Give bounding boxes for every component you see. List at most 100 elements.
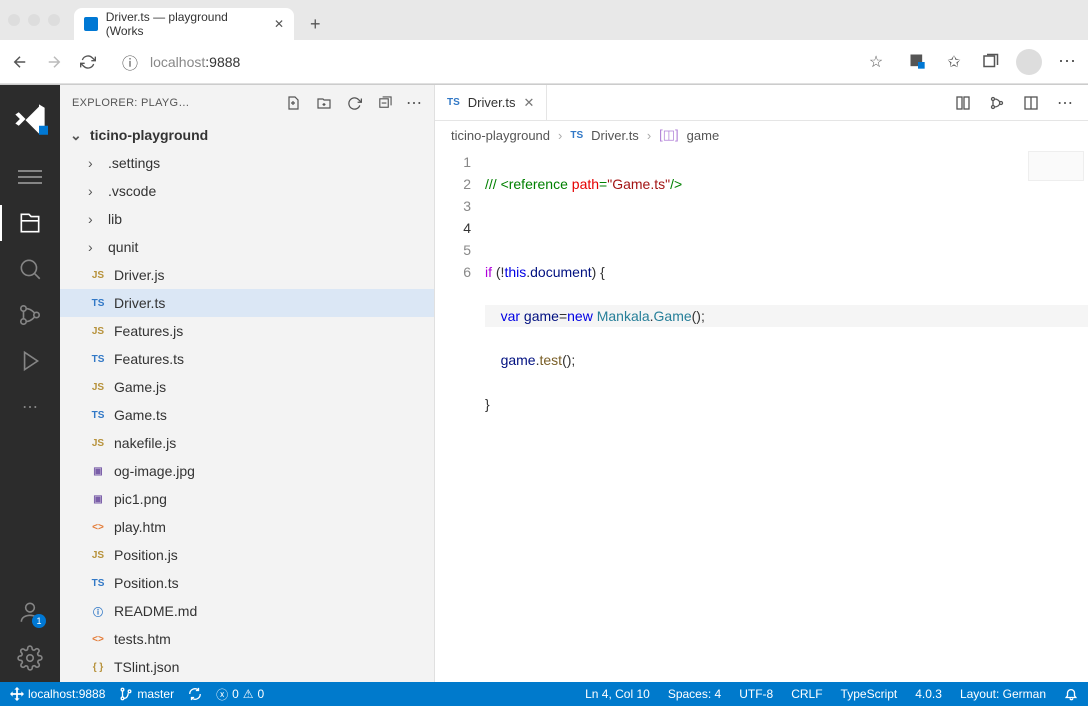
file-tree: ⌄ ticino-playground ›.settings ›.vscode … — [60, 121, 434, 682]
tree-file[interactable]: JSPosition.js — [60, 541, 434, 569]
language-mode[interactable]: TypeScript — [841, 687, 898, 701]
ts-file-icon: TS — [447, 97, 460, 108]
window-minimize-button[interactable] — [28, 14, 40, 26]
editor-tab[interactable]: TS Driver.ts ✕ — [435, 85, 547, 120]
editor-tabs: TS Driver.ts ✕ ⋯ — [435, 85, 1088, 121]
notifications-icon[interactable] — [1064, 687, 1078, 701]
json-file-icon: { } — [88, 662, 108, 673]
info-file-icon: ⓘ — [88, 604, 108, 619]
code-editor[interactable]: 123456 /// <reference path="Game.ts"/> i… — [435, 149, 1088, 682]
js-file-icon: JS — [88, 382, 108, 393]
browser-tab[interactable]: Driver.ts — playground (Works ✕ — [74, 8, 294, 40]
window-close-button[interactable] — [8, 14, 20, 26]
git-branch-indicator[interactable]: master — [119, 687, 174, 701]
sync-indicator[interactable] — [188, 687, 202, 701]
ts-file-icon: TS — [88, 354, 108, 365]
forward-button[interactable] — [44, 52, 64, 72]
browser-nav-bar: ⓘ localhost:9888 ☆ ✩ ⋯ — [0, 40, 1088, 84]
activity-bar: ⋯ 1 — [0, 85, 60, 682]
error-icon: ⓧ — [216, 686, 228, 703]
sidebar-more-icon[interactable]: ⋯ — [406, 95, 422, 111]
js-file-icon: JS — [88, 270, 108, 281]
search-button[interactable] — [16, 255, 44, 283]
tree-folder[interactable]: ›lib — [60, 205, 434, 233]
more-button[interactable]: ⋯ — [16, 393, 44, 421]
profile-avatar[interactable] — [1016, 49, 1042, 75]
editor-area: TS Driver.ts ✕ ⋯ ticino-playground › TS … — [435, 85, 1088, 682]
image-file-icon: ▣ — [88, 494, 108, 505]
symbol-variable-icon: [◫] — [659, 127, 679, 143]
app-logo-icon — [12, 101, 48, 137]
problems-indicator[interactable]: ⓧ0 ⚠0 — [216, 686, 264, 703]
tree-file[interactable]: JSnakefile.js — [60, 429, 434, 457]
tree-file[interactable]: TSPosition.ts — [60, 569, 434, 597]
breadcrumb-project[interactable]: ticino-playground — [451, 128, 550, 143]
remote-indicator[interactable]: localhost:9888 — [10, 687, 105, 701]
tree-file[interactable]: JSFeatures.js — [60, 317, 434, 345]
keyboard-layout[interactable]: Layout: German — [960, 687, 1046, 701]
tree-folder[interactable]: ›qunit — [60, 233, 434, 261]
reload-button[interactable] — [78, 52, 98, 72]
new-folder-icon[interactable] — [316, 95, 332, 111]
site-info-icon[interactable]: ⓘ — [120, 52, 140, 72]
collapse-all-icon[interactable] — [376, 95, 392, 111]
window-zoom-button[interactable] — [48, 14, 60, 26]
tree-file[interactable]: JSDriver.js — [60, 261, 434, 289]
vscode-favicon-icon — [84, 17, 98, 31]
browser-menu-button[interactable]: ⋯ — [1058, 51, 1078, 72]
code-lines[interactable]: /// <reference path="Game.ts"/> if (!thi… — [485, 151, 1088, 682]
breadcrumb-file[interactable]: Driver.ts — [591, 128, 639, 143]
explorer-button[interactable] — [16, 209, 44, 237]
tree-file[interactable]: <>tests.htm — [60, 625, 434, 653]
extension-icon[interactable] — [908, 52, 928, 72]
html-file-icon: <> — [88, 634, 108, 645]
split-editor-icon[interactable] — [1022, 94, 1040, 112]
ts-file-icon: TS — [88, 298, 108, 309]
tree-file[interactable]: ▣og-image.jpg — [60, 457, 434, 485]
compare-icon[interactable] — [954, 94, 972, 112]
accounts-button[interactable]: 1 — [16, 598, 44, 626]
indentation-indicator[interactable]: Spaces: 4 — [668, 687, 721, 701]
favorites-icon[interactable]: ✩ — [944, 52, 964, 72]
ts-file-icon: TS — [570, 130, 583, 141]
cursor-position[interactable]: Ln 4, Col 10 — [585, 687, 650, 701]
close-tab-icon[interactable]: ✕ — [523, 95, 534, 111]
breadcrumb-symbol[interactable]: game — [687, 128, 720, 143]
menu-button[interactable] — [16, 163, 44, 191]
tree-file[interactable]: TSDriver.ts — [60, 289, 434, 317]
traffic-lights — [8, 14, 60, 26]
back-button[interactable] — [10, 52, 30, 72]
ts-version[interactable]: 4.0.3 — [915, 687, 942, 701]
star-icon[interactable]: ☆ — [866, 52, 886, 72]
tree-file[interactable]: TSGame.ts — [60, 401, 434, 429]
tree-file[interactable]: { }TSlint.json — [60, 653, 434, 681]
eol-indicator[interactable]: CRLF — [791, 687, 822, 701]
breadcrumb[interactable]: ticino-playground › TS Driver.ts › [◫] g… — [435, 121, 1088, 149]
ts-file-icon: TS — [88, 578, 108, 589]
accounts-badge: 1 — [32, 614, 46, 628]
tree-file[interactable]: JSGame.js — [60, 373, 434, 401]
refresh-icon[interactable] — [346, 95, 362, 111]
address-bar[interactable]: ⓘ localhost:9888 ☆ — [112, 48, 894, 76]
new-file-icon[interactable] — [286, 95, 302, 111]
tree-file[interactable]: ▣pic1.png — [60, 485, 434, 513]
encoding-indicator[interactable]: UTF-8 — [739, 687, 773, 701]
tree-folder[interactable]: ›.settings — [60, 149, 434, 177]
explorer-sidebar: EXPLORER: PLAYG… ⋯ ⌄ ticino-playground ›… — [60, 85, 435, 682]
tree-folder[interactable]: ›.vscode — [60, 177, 434, 205]
tab-close-icon[interactable]: ✕ — [274, 17, 284, 31]
tree-file[interactable]: ⓘREADME.md — [60, 597, 434, 625]
chevron-right-icon: › — [88, 155, 102, 171]
editor-actions: ⋯ — [940, 94, 1088, 112]
source-control-button[interactable] — [16, 301, 44, 329]
editor-more-icon[interactable]: ⋯ — [1056, 94, 1074, 112]
tree-root[interactable]: ⌄ ticino-playground — [60, 121, 434, 149]
settings-button[interactable] — [16, 644, 44, 672]
new-tab-button[interactable]: + — [310, 14, 321, 35]
tree-file[interactable]: <>play.htm — [60, 513, 434, 541]
chevron-right-icon: › — [88, 183, 102, 199]
tree-file[interactable]: TSFeatures.ts — [60, 345, 434, 373]
collections-icon[interactable] — [980, 52, 1000, 72]
git-icon[interactable] — [988, 94, 1006, 112]
run-debug-button[interactable] — [16, 347, 44, 375]
